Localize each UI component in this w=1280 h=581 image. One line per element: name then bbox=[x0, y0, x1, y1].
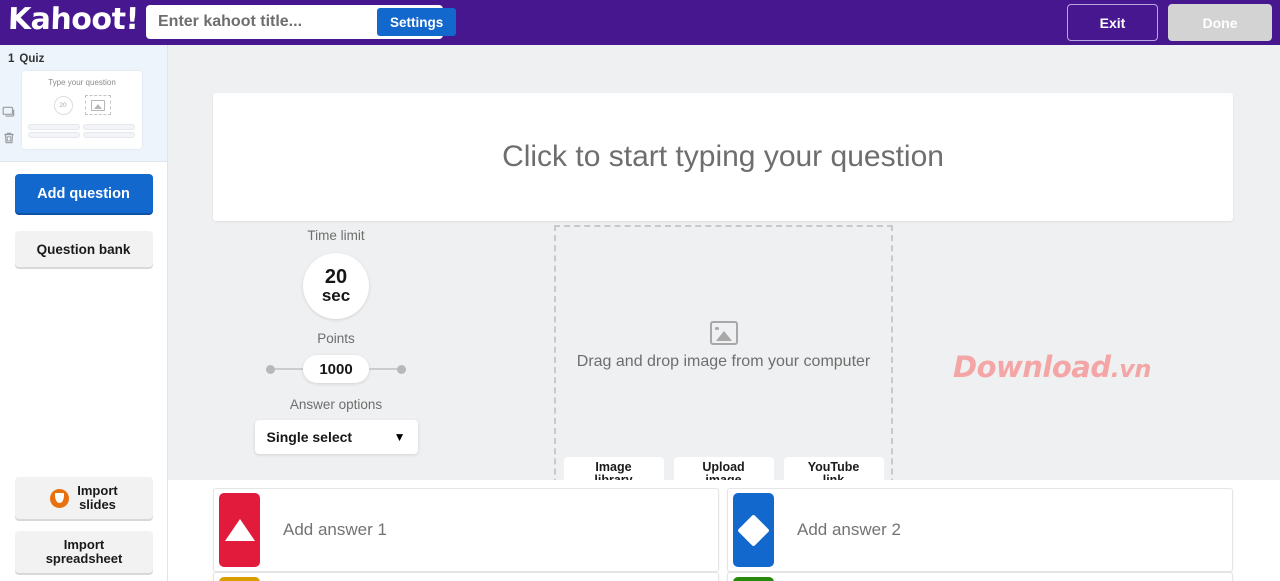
sidebar-question-slot-1[interactable]: 1 Quiz Type your question 20 bbox=[0, 45, 167, 162]
kahoot-quiz-editor: Kahoot! Settings Exit Done 1 Quiz Type yo… bbox=[0, 0, 1280, 581]
kahoot-title-input[interactable] bbox=[146, 8, 377, 36]
points-value[interactable]: 1000 bbox=[303, 355, 369, 383]
thumbnail-answer-bar bbox=[28, 132, 80, 138]
media-dropzone[interactable]: Drag and drop image from your computer I… bbox=[554, 225, 893, 505]
answer-row-3[interactable]: Add answer 3 bbox=[213, 572, 719, 581]
thumbnail-answer-bar bbox=[83, 124, 135, 130]
diamond-icon bbox=[733, 493, 774, 567]
import-slides-button[interactable]: Import slides bbox=[15, 477, 153, 519]
answer-options-value: Single select bbox=[266, 429, 353, 445]
time-limit-value: 20 bbox=[324, 265, 348, 288]
answer-row-4[interactable]: Add answer 4 bbox=[727, 572, 1233, 581]
triangle-icon bbox=[219, 493, 260, 567]
question-input-box[interactable]: Click to start typing your question bbox=[213, 93, 1233, 221]
thumbnail-meta-row: 20 bbox=[28, 92, 136, 118]
points-slider-track-right bbox=[369, 368, 397, 370]
question-slot-type: Quiz bbox=[19, 53, 45, 65]
import-slides-label: Import slides bbox=[77, 483, 118, 512]
top-header: Kahoot! Settings Exit Done bbox=[0, 0, 1280, 45]
answer-2-placeholder[interactable]: Add answer 2 bbox=[797, 520, 901, 540]
delete-icon[interactable] bbox=[2, 131, 16, 145]
answer-options-label: Answer options bbox=[289, 397, 383, 412]
import-spreadsheet-button[interactable]: Import spreadsheet bbox=[15, 531, 153, 573]
thumbnail-image-placeholder-icon bbox=[84, 95, 111, 115]
question-sidebar: 1 Quiz Type your question 20 Add questio… bbox=[0, 45, 168, 581]
question-bank-button[interactable]: Question bank bbox=[14, 231, 153, 267]
import-spreadsheet-label: Import spreadsheet bbox=[45, 537, 123, 566]
time-limit-control[interactable]: 20 sec bbox=[303, 253, 369, 319]
time-limit-unit: sec bbox=[321, 285, 351, 305]
duplicate-icon[interactable] bbox=[2, 105, 16, 119]
question-placeholder-text: Click to start typing your question bbox=[502, 140, 944, 173]
thumbnail-answer-bar bbox=[28, 124, 80, 130]
import-buttons-group: Import slides Import spreadsheet bbox=[0, 465, 168, 573]
circle-icon bbox=[219, 577, 260, 581]
settings-button[interactable]: Settings bbox=[377, 8, 457, 36]
points-slider-min-dot[interactable] bbox=[266, 364, 275, 374]
powerpoint-icon bbox=[50, 488, 70, 508]
kahoot-title-field-wrap: Settings bbox=[146, 5, 457, 39]
answer-options-select[interactable]: Single select ▼ bbox=[254, 420, 418, 454]
dropzone-text: Drag and drop image from your computer bbox=[576, 353, 871, 370]
question-slot-tools bbox=[2, 105, 16, 145]
thumbnail-answer-bar bbox=[83, 132, 135, 138]
points-slider[interactable]: 1000 bbox=[246, 355, 426, 383]
square-icon bbox=[733, 577, 774, 581]
question-settings-column: Time limit 20 sec Points 1000 Answer opt… bbox=[246, 227, 426, 454]
thumbnail-answer-bars bbox=[28, 124, 136, 138]
question-slot-header: 1 Quiz bbox=[8, 53, 157, 65]
done-button[interactable]: Done bbox=[1168, 4, 1272, 41]
chevron-down-icon: ▼ bbox=[393, 430, 406, 444]
kahoot-logo: Kahoot! bbox=[7, 2, 140, 37]
points-slider-track-left bbox=[275, 368, 303, 370]
points-label: Points bbox=[317, 331, 355, 346]
answer-1-placeholder[interactable]: Add answer 1 bbox=[283, 520, 387, 540]
answers-grid: Add answer 1 Add answer 2 Add answer 3 A… bbox=[168, 480, 1280, 581]
download-vn-watermark: Download.vn bbox=[953, 350, 1151, 384]
points-slider-max-dot[interactable] bbox=[397, 364, 406, 374]
thumbnail-question-text: Type your question bbox=[48, 78, 116, 87]
add-question-button[interactable]: Add question bbox=[14, 174, 153, 213]
question-editor-main: Click to start typing your question Time… bbox=[168, 45, 1280, 581]
answer-row-2[interactable]: Add answer 2 bbox=[727, 488, 1233, 572]
question-thumbnail[interactable]: Type your question 20 bbox=[22, 71, 142, 149]
exit-button[interactable]: Exit bbox=[1067, 4, 1158, 41]
answer-row-1[interactable]: Add answer 1 bbox=[213, 488, 719, 572]
time-limit-label: Time limit bbox=[307, 228, 365, 243]
thumbnail-time-badge: 20 bbox=[53, 95, 73, 115]
image-placeholder-icon bbox=[709, 321, 738, 345]
question-slot-number: 1 bbox=[8, 53, 15, 65]
